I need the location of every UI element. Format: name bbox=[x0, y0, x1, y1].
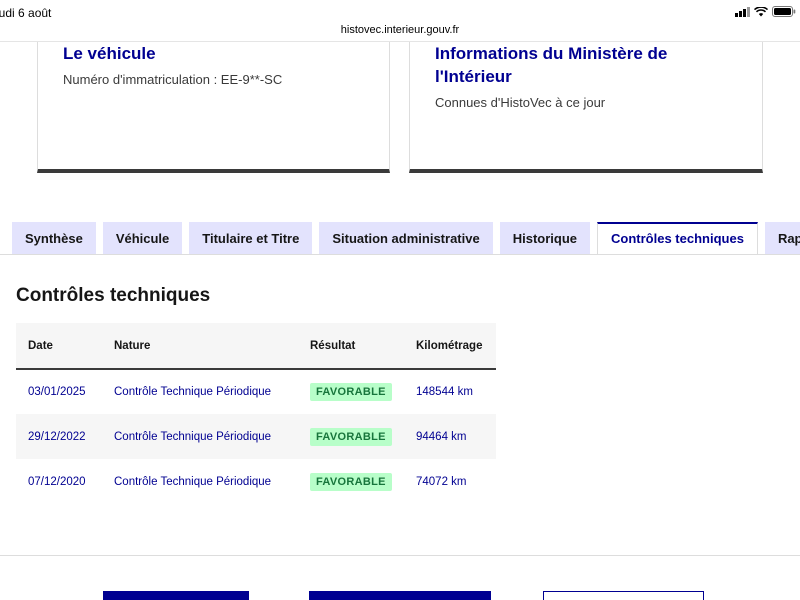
battery-icon bbox=[772, 6, 796, 17]
tab-titulaire-et-titre[interactable]: Titulaire et Titre bbox=[189, 222, 313, 255]
ministry-card[interactable]: Informations du Ministère de l'Intérieur… bbox=[409, 42, 763, 173]
table-row: 03/01/2025 Contrôle Technique Périodique… bbox=[16, 369, 496, 414]
cell-result: FAVORABLE bbox=[298, 369, 404, 414]
vehicle-card[interactable]: Le véhicule Numéro d'immatriculation : E… bbox=[37, 42, 390, 173]
column-header-result: Résultat bbox=[310, 339, 356, 352]
ministry-card-title-line2: l'Intérieur bbox=[435, 67, 512, 86]
cell-date: 03/01/2025 bbox=[28, 386, 86, 398]
tab-vehicule[interactable]: Véhicule bbox=[102, 222, 183, 255]
status-badge: FAVORABLE bbox=[310, 472, 392, 491]
secondary-primary-action-button[interactable] bbox=[309, 591, 491, 600]
cell-result: FAVORABLE bbox=[298, 459, 404, 504]
cell-mileage: 94464 km bbox=[416, 430, 467, 443]
cell-nature: Contrôle Technique Périodique bbox=[114, 386, 272, 398]
cell-nature: Contrôle Technique Périodique bbox=[114, 430, 272, 443]
table-row: 07/12/2020 Contrôle Technique Périodique… bbox=[16, 459, 496, 504]
status-bar: eudi 6 août bbox=[0, 0, 800, 24]
cell-nature: Contrôle Technique Périodique bbox=[114, 475, 272, 488]
tab-historique[interactable]: Historique bbox=[499, 222, 591, 255]
cell-result: FAVORABLE bbox=[298, 414, 404, 459]
column-header-nature: Nature bbox=[114, 339, 151, 352]
status-badge: FAVORABLE bbox=[310, 427, 392, 446]
cell-date: 29/12/2022 bbox=[28, 430, 86, 443]
ministry-card-title[interactable]: Informations du Ministère de l'Intérieur bbox=[435, 42, 667, 88]
signal-icon bbox=[735, 6, 750, 17]
tab-rapport[interactable]: Rap bbox=[764, 222, 800, 255]
cell-mileage: 74072 km bbox=[416, 475, 467, 488]
tab-panel-controles-techniques: Contrôles techniques Date Nature Résulta… bbox=[0, 254, 800, 556]
url-text: histovec.interieur.gouv.fr bbox=[340, 24, 460, 36]
wifi-icon bbox=[754, 6, 768, 17]
outline-action-button[interactable] bbox=[543, 591, 704, 600]
tab-controles-techniques[interactable]: Contrôles techniques bbox=[597, 222, 758, 255]
cell-date: 07/12/2020 bbox=[28, 475, 86, 488]
table-header-row: Date Nature Résultat Kilométrage bbox=[16, 323, 496, 369]
address-bar[interactable]: histovec.interieur.gouv.fr bbox=[0, 24, 800, 42]
column-header-date: Date bbox=[28, 339, 53, 352]
ministry-card-title-line1: Informations du Ministère de bbox=[435, 44, 668, 63]
section-title: Contrôles techniques bbox=[16, 285, 211, 306]
column-header-mileage: Kilométrage bbox=[416, 339, 483, 352]
status-time: eudi 6 août bbox=[0, 6, 52, 20]
technical-inspections-table: Date Nature Résultat Kilométrage 03/01/2… bbox=[16, 323, 496, 504]
tab-situation-administrative[interactable]: Situation administrative bbox=[319, 222, 493, 255]
cell-mileage: 148544 km bbox=[416, 386, 473, 398]
tab-list: Synthèse Véhicule Titulaire et Titre Sit… bbox=[12, 222, 800, 255]
tab-synthese[interactable]: Synthèse bbox=[12, 222, 96, 255]
vehicle-card-description: Numéro d'immatriculation : EE-9**-SC bbox=[63, 72, 283, 87]
status-badge: FAVORABLE bbox=[310, 383, 392, 401]
ministry-card-description: Connues d'HistoVec à ce jour bbox=[435, 95, 606, 110]
primary-action-button[interactable] bbox=[103, 591, 249, 600]
vehicle-card-title[interactable]: Le véhicule bbox=[63, 42, 156, 65]
table-row: 29/12/2022 Contrôle Technique Périodique… bbox=[16, 414, 496, 459]
status-icons bbox=[735, 6, 796, 17]
